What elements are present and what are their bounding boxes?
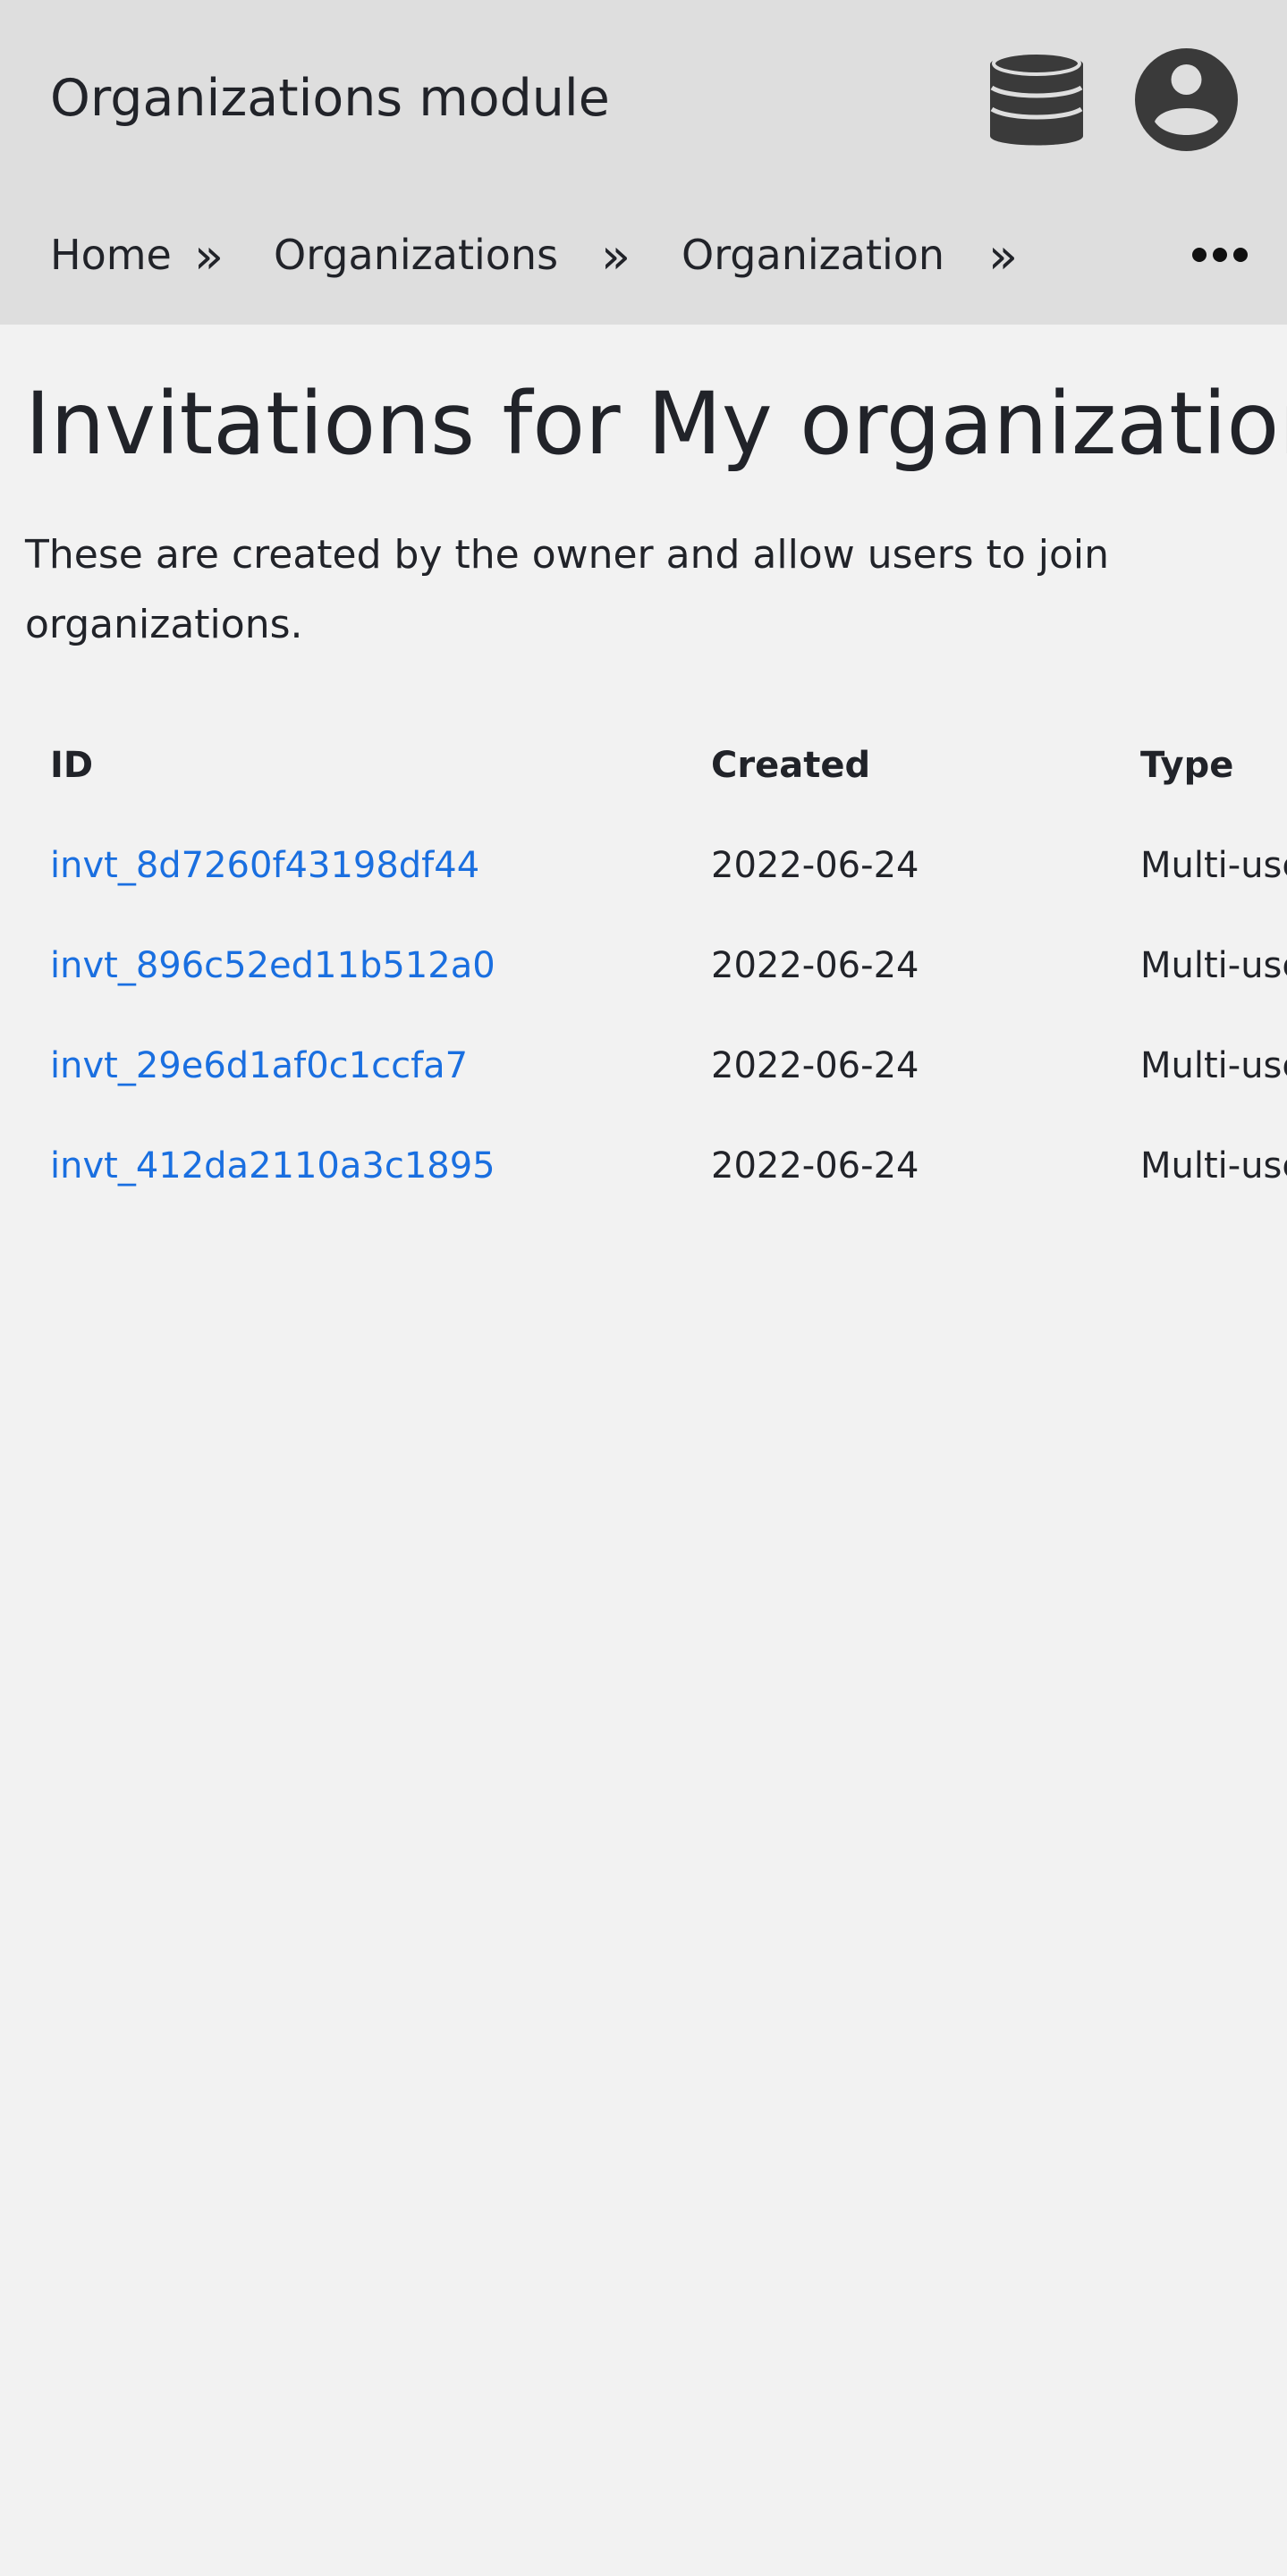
- invitation-type: Multi-use: [1140, 1045, 1287, 1086]
- page-description: These are created by the owner and allow…: [25, 532, 1109, 647]
- breadcrumb-organizations[interactable]: Organizations: [274, 219, 558, 291]
- invitation-created: 2022-06-24: [711, 1145, 919, 1187]
- invitation-created: 2022-06-24: [711, 1045, 919, 1086]
- column-header-created[interactable]: Created: [711, 740, 870, 790]
- column-header-type[interactable]: Type: [1140, 740, 1287, 790]
- breadcrumb-organization[interactable]: Organization: [682, 219, 944, 291]
- invitation-type: Multi-use: [1140, 1145, 1287, 1187]
- column-header-id[interactable]: ID: [50, 740, 93, 790]
- more-horizontal-icon[interactable]: [1191, 244, 1249, 266]
- invitation-created: 2022-06-24: [711, 945, 919, 986]
- invitation-id-link[interactable]: invt_412da2110a3c1895: [50, 1141, 495, 1191]
- page-title: Invitations for My organization: [25, 374, 1287, 474]
- invitation-id-link[interactable]: invt_8d7260f43198df44: [50, 840, 479, 891]
- app-header: Organizations module Home » Organization…: [0, 0, 1287, 325]
- app-title: Organizations module: [50, 69, 610, 128]
- invitation-created: 2022-06-24: [711, 845, 919, 886]
- invitation-id-link[interactable]: invt_29e6d1af0c1ccfa7: [50, 1041, 468, 1091]
- breadcrumb-separator: »: [194, 228, 224, 284]
- breadcrumb-separator: »: [601, 228, 631, 284]
- invitation-type: Multi-use: [1140, 845, 1287, 886]
- database-icon[interactable]: [990, 48, 1083, 152]
- invitation-type: Multi-use: [1140, 945, 1287, 986]
- invitation-id-link[interactable]: invt_896c52ed11b512a0: [50, 941, 495, 991]
- breadcrumb-separator: »: [988, 228, 1019, 284]
- breadcrumb: Home » Organizations » Organization »: [0, 219, 1287, 291]
- breadcrumb-home[interactable]: Home: [50, 219, 172, 291]
- account-icon[interactable]: [1135, 48, 1238, 151]
